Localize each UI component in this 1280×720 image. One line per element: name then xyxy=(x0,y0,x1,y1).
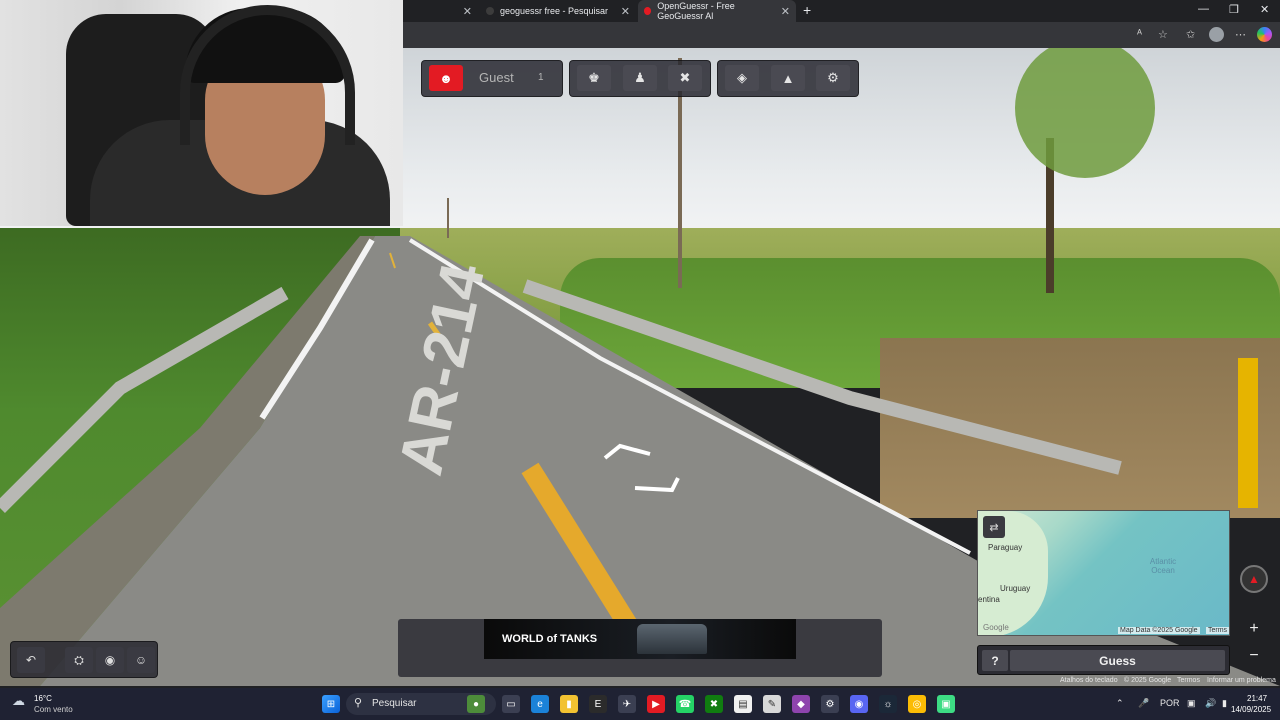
settings-gear-icon[interactable]: ⚙ xyxy=(816,65,850,91)
search-label: Pesquisar xyxy=(372,698,417,709)
task-view-icon[interactable]: ▭ xyxy=(502,695,520,713)
whatsapp-icon[interactable]: ☎ xyxy=(676,695,694,713)
epic-games-icon[interactable]: E xyxy=(589,695,607,713)
copyright-text: © 2025 Google xyxy=(1124,677,1172,684)
weather-temperature: 16°C xyxy=(34,694,52,703)
clock-time[interactable]: 21:47 xyxy=(1247,694,1267,703)
map-label-uruguay: Uruguay xyxy=(1000,584,1031,593)
hazard-marker xyxy=(1238,358,1258,508)
ad-banner[interactable]: WORLD of TANKS xyxy=(484,619,796,659)
browser-tab-search[interactable]: geoguessr free - Pesquisar ✕ xyxy=(480,0,636,22)
keyboard-shortcuts-link[interactable]: Atalhos do teclado xyxy=(1060,677,1118,684)
favorite-star-icon[interactable]: ☆ xyxy=(1158,28,1168,41)
android-icon[interactable]: ▣ xyxy=(937,695,955,713)
zoom-in-button[interactable]: + xyxy=(1243,618,1265,640)
minimap-expand-icon[interactable]: ⇄ xyxy=(983,516,1005,538)
terms-link[interactable]: Termos xyxy=(1177,677,1200,684)
edge-icon[interactable]: e xyxy=(531,695,549,713)
map-attribution: Map Data ©2025 Google xyxy=(1118,627,1200,634)
tray-chevron-icon[interactable]: ⌃ xyxy=(1116,698,1124,709)
guess-button[interactable]: Guess xyxy=(1010,650,1225,671)
profile-avatar[interactable] xyxy=(1209,27,1224,42)
media-player-icon[interactable]: ▶ xyxy=(647,695,665,713)
webcam-overlay xyxy=(0,0,403,226)
copilot-icon[interactable] xyxy=(1257,27,1272,42)
battery-icon[interactable]: ▮ xyxy=(1222,698,1227,709)
report-problem-link[interactable]: Informar um problema xyxy=(1207,677,1276,684)
more-menu-icon[interactable]: ⋯ xyxy=(1235,28,1246,41)
chrome-icon[interactable]: ◎ xyxy=(908,695,926,713)
browser-tab-hidden[interactable]: ✕ xyxy=(404,0,478,22)
tab-label: OpenGuessr - Free GeoGuessr Al xyxy=(657,1,735,21)
discord-taskbar-icon[interactable]: ◉ xyxy=(850,695,868,713)
map-label-ocean: Atlantic Ocean xyxy=(1149,557,1177,575)
guess-minimap[interactable]: Paraguay Uruguay entina Atlantic Ocean G… xyxy=(977,510,1230,636)
xbox-icon[interactable]: ✖ xyxy=(705,695,723,713)
new-tab-button[interactable]: + xyxy=(803,2,811,18)
tank-image xyxy=(637,624,708,654)
tree-canopy xyxy=(1015,48,1155,178)
read-aloud-icon[interactable]: ᴬ xyxy=(1137,28,1142,40)
help-button[interactable]: ? xyxy=(982,650,1008,671)
file-explorer-icon[interactable]: ▮ xyxy=(560,695,578,713)
ad-text: WORLD of TANKS xyxy=(502,633,598,645)
notepad-icon[interactable]: ▤ xyxy=(734,695,752,713)
window-close-button[interactable]: ✕ xyxy=(1260,3,1269,16)
map-label-paraguay: Paraguay xyxy=(988,543,1023,552)
map-label-argentina: entina xyxy=(978,595,1000,604)
tab-close-icon[interactable]: ✕ xyxy=(621,5,630,18)
weather-icon[interactable]: ☁ xyxy=(12,693,30,711)
volume-icon[interactable]: 🔊 xyxy=(1205,698,1216,709)
discord-icon[interactable]: ◉ xyxy=(96,647,124,673)
openguessr-icon xyxy=(644,7,652,15)
bing-icon xyxy=(486,7,494,15)
tab-label: geoguessr free - Pesquisar xyxy=(500,6,609,16)
language-indicator[interactable]: POR xyxy=(1160,698,1180,708)
map-layers-icon[interactable]: ◈ xyxy=(725,65,759,91)
learn-icon[interactable]: ▲ xyxy=(771,65,805,91)
browser-tab-openguessr[interactable]: OpenGuessr - Free GeoGuessr Al ✕ xyxy=(638,0,796,22)
multiplayer-icon[interactable]: ♟ xyxy=(623,65,657,91)
network-icon[interactable]: ▣ xyxy=(1187,698,1196,709)
settings-icon[interactable]: ⚙ xyxy=(821,695,839,713)
player-icon-button[interactable]: ☻ xyxy=(429,65,463,91)
minimize-button[interactable]: — xyxy=(1198,3,1209,15)
microphone-icon[interactable]: 🎤 xyxy=(1138,698,1149,709)
report-bug-icon[interactable]: ⛭ xyxy=(65,647,93,673)
zoom-out-button[interactable]: − xyxy=(1243,645,1265,667)
search-icon: ⚲ xyxy=(354,697,363,709)
windows-taskbar xyxy=(0,688,1280,720)
maximize-button[interactable]: ❐ xyxy=(1229,3,1239,16)
favorites-icon[interactable]: ✩ xyxy=(1186,28,1195,41)
compass-icon[interactable]: ▲ xyxy=(1240,565,1268,593)
return-to-start-icon[interactable]: ↶ xyxy=(17,647,45,673)
steam-icon[interactable]: ☼ xyxy=(879,695,897,713)
app-icon[interactable]: ✈ xyxy=(618,695,636,713)
leaderboard-icon[interactable]: ♚ xyxy=(577,65,611,91)
start-menu-icon[interactable]: ⊞ xyxy=(322,695,340,713)
reddit-icon[interactable]: ☺ xyxy=(127,647,155,673)
battle-icon[interactable]: ✖ xyxy=(668,65,702,91)
visual-studio-icon[interactable]: ◆ xyxy=(792,695,810,713)
map-terms-link[interactable]: Terms xyxy=(1206,627,1229,634)
google-logo: Google xyxy=(983,623,1009,632)
paint-icon[interactable]: ✎ xyxy=(763,695,781,713)
player-name: Guest xyxy=(479,70,514,85)
search-highlight-icon[interactable]: ● xyxy=(467,695,485,713)
clock-date[interactable]: 14/09/2025 xyxy=(1231,705,1271,714)
player-count: 1 xyxy=(538,72,544,83)
tab-close-icon[interactable]: ✕ xyxy=(463,5,472,18)
weather-condition: Com vento xyxy=(34,705,73,714)
tab-close-icon[interactable]: ✕ xyxy=(781,5,790,18)
